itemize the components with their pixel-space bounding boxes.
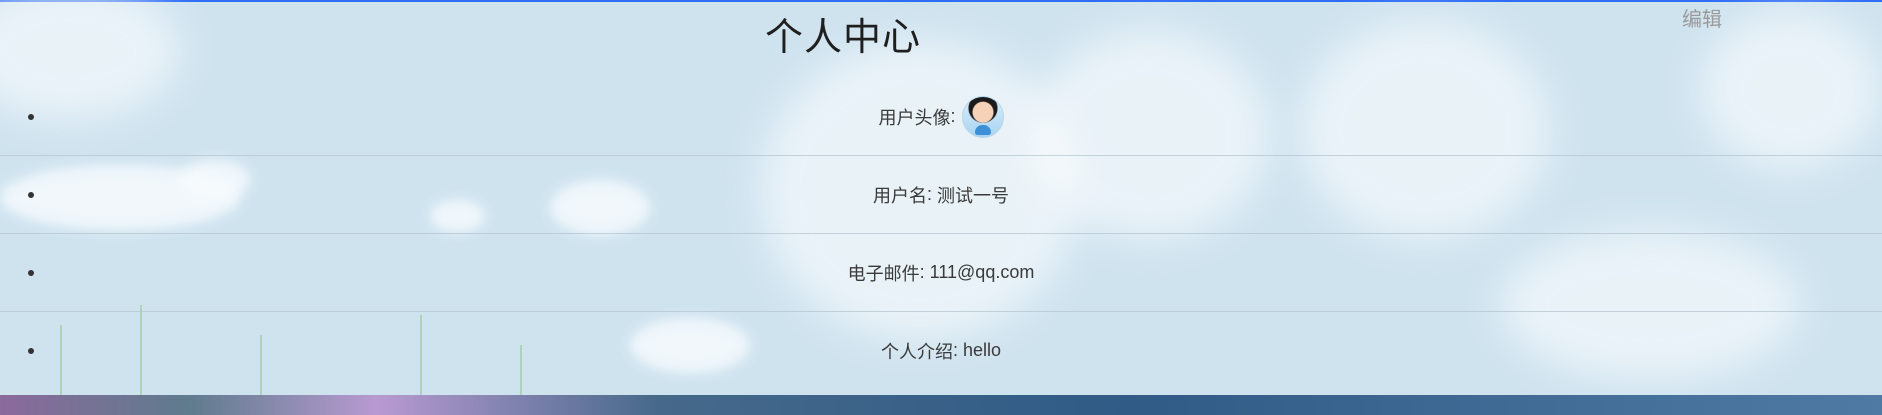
avatar[interactable] bbox=[961, 95, 1004, 138]
bottom-scenery-strip bbox=[0, 395, 1882, 415]
edit-link[interactable]: 编辑 bbox=[1682, 3, 1722, 32]
profile-row-username: 用户名: 测试一号 bbox=[0, 156, 1882, 234]
email-label: 电子邮件 bbox=[847, 263, 920, 284]
bullet-icon bbox=[28, 113, 34, 120]
bio-value: hello bbox=[962, 340, 1002, 360]
profile-row-bio: 个人介绍: hello bbox=[0, 312, 1882, 389]
profile-row-avatar: 用户头像: bbox=[0, 78, 1882, 156]
username-value: 测试一号 bbox=[937, 185, 1009, 206]
bullet-icon bbox=[28, 191, 34, 198]
avatar-label: 用户头像 bbox=[878, 107, 951, 128]
profile-info-list: 用户头像: 用户名: 测试一号 电子邮件: 111@qq.com 个人介绍: h… bbox=[0, 78, 1882, 389]
profile-row-email: 电子邮件: 111@qq.com bbox=[0, 234, 1882, 312]
page-title: 个人中心 bbox=[765, 17, 922, 59]
username-label: 用户名 bbox=[872, 185, 927, 206]
email-value: 111@qq.com bbox=[929, 262, 1035, 282]
bio-label: 个人介绍 bbox=[880, 341, 953, 362]
bullet-icon bbox=[28, 269, 34, 276]
bullet-icon bbox=[28, 347, 34, 354]
